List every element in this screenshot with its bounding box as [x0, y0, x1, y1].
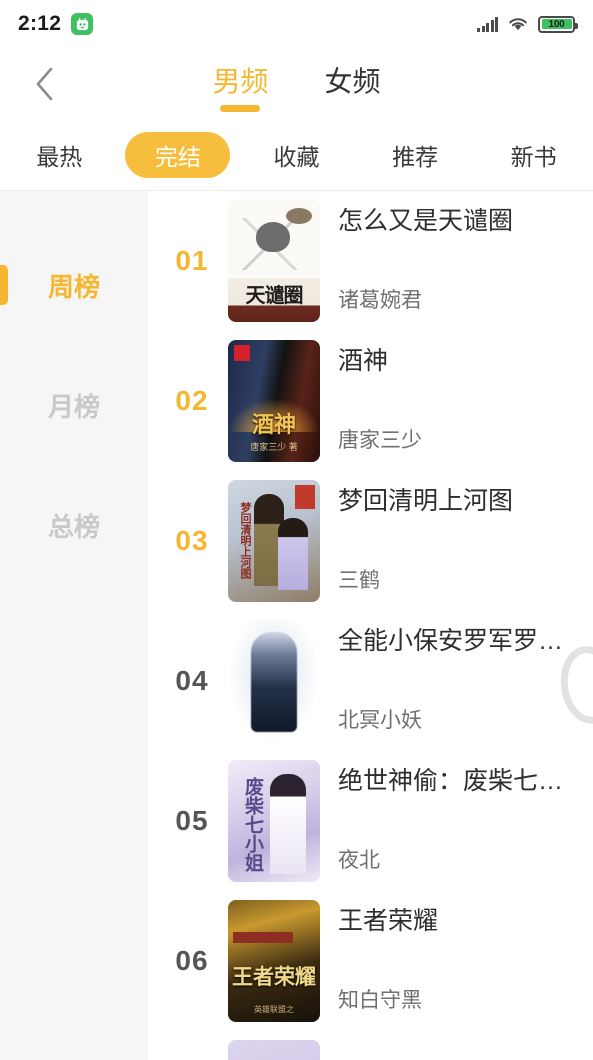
filter-chip-favorites[interactable]: 收藏 — [237, 120, 356, 190]
list-item[interactable]: 06 王者荣耀 英雄联盟之 王者荣耀 知白守黑 — [148, 891, 593, 1031]
book-info: 怎么又是天谴圈 诸葛婉君 — [320, 200, 593, 322]
active-indicator-bar — [0, 265, 8, 305]
cover-artwork: 废柴七小姐 — [228, 760, 320, 882]
sidebar-item-weekly-label: 周榜 — [47, 271, 100, 302]
cover-artwork: 王者荣耀 英雄联盟之 — [228, 900, 320, 1022]
filter-chip-new-books[interactable]: 新书 — [474, 120, 593, 190]
green-app-icon — [71, 13, 94, 35]
filter-chip-completed[interactable]: 完结 — [119, 120, 238, 190]
rank-number: 03 — [175, 525, 209, 556]
book-info: 梦回清明上河图 三鹤 — [320, 480, 593, 602]
content-area: 周榜 月榜 总榜 01 天谴圈 怎么又是天谴圈 诸葛婉君 02 酒神 唐家三少 … — [0, 191, 593, 1060]
wifi-icon — [507, 16, 529, 32]
book-cover[interactable]: 王者荣耀 英雄联盟之 — [228, 900, 320, 1022]
book-author: 北冥小妖 — [338, 708, 422, 732]
rank-number: 01 — [175, 245, 209, 276]
cover-artwork — [228, 620, 320, 742]
cover-artwork: 酒神 唐家三少 著 — [228, 340, 320, 462]
book-cover[interactable]: 酒神 唐家三少 著 — [228, 340, 320, 462]
cover-artwork — [228, 1040, 320, 1060]
battery-fill: 100 — [541, 18, 572, 30]
filter-chip-hottest-label: 最热 — [36, 144, 83, 170]
book-title: 绝世神偷：废柴七小姐 — [338, 768, 579, 795]
list-item[interactable]: 04 全能小保安罗军罗军... 北冥小妖 — [148, 611, 593, 751]
filter-chip-new-books-label: 新书 — [510, 144, 557, 170]
page-header: 男频 女频 — [0, 48, 593, 120]
sidebar-item-overall-label: 总榜 — [47, 511, 100, 542]
status-bar-left: 2:12 — [18, 12, 94, 36]
sidebar-item-overall[interactable]: 总榜 — [0, 465, 148, 585]
status-bar-right: 100 — [477, 15, 578, 33]
rank-number: 06 — [175, 945, 209, 976]
tab-male-channel-label: 男频 — [212, 66, 269, 97]
book-info: 王者荣耀 知白守黑 — [320, 900, 593, 1022]
list-item[interactable]: 05 废柴七小姐 绝世神偷：废柴七小姐 夜北 — [148, 751, 593, 891]
book-cover[interactable]: 废柴七小姐 — [228, 760, 320, 882]
book-info: 绝世神偷：废柴七小姐 夜北 — [320, 760, 593, 882]
book-title: 梦回清明上河图 — [338, 488, 514, 515]
status-time: 2:12 — [18, 12, 62, 35]
sidebar-item-weekly[interactable]: 周榜 — [0, 225, 148, 345]
book-author: 知白守黑 — [338, 988, 422, 1012]
list-item[interactable]: 02 酒神 唐家三少 著 酒神 唐家三少 — [148, 331, 593, 471]
cover-artwork: 天谴圈 — [228, 200, 320, 322]
cover-subtitle-text: 唐家三少 著 — [250, 442, 298, 452]
list-item[interactable]: 07 — [148, 1031, 593, 1060]
book-title: 王者荣耀 — [338, 908, 439, 935]
active-tab-underline — [220, 105, 261, 112]
book-author: 三鹤 — [338, 568, 380, 592]
book-title: 酒神 — [338, 348, 389, 375]
cover-subtitle-text: 英雄联盟之 — [254, 1005, 294, 1014]
filter-chip-bar: 最热 完结 收藏 推荐 新书 — [0, 120, 593, 190]
ranking-period-sidebar: 周榜 月榜 总榜 — [0, 191, 148, 1060]
cover-title-text: 废柴七小姐 — [242, 776, 263, 872]
status-bar: 2:12 100 — [0, 0, 593, 48]
signal-bars-icon — [477, 16, 498, 32]
book-info: 全能小保安罗军罗军... 北冥小妖 — [320, 620, 593, 742]
filter-chip-recommended-label: 推荐 — [392, 144, 439, 170]
book-info — [320, 1040, 593, 1060]
rank-number: 05 — [175, 805, 209, 836]
book-info: 酒神 唐家三少 — [320, 340, 593, 462]
book-author: 诸葛婉君 — [338, 288, 422, 312]
tab-male-channel[interactable]: 男频 — [212, 66, 269, 112]
book-ranking-list[interactable]: 01 天谴圈 怎么又是天谴圈 诸葛婉君 02 酒神 唐家三少 著 酒神 唐家三少… — [148, 191, 593, 1060]
sidebar-item-monthly[interactable]: 月榜 — [0, 345, 148, 465]
battery-percent: 100 — [548, 18, 565, 30]
list-item[interactable]: 01 天谴圈 怎么又是天谴圈 诸葛婉君 — [148, 191, 593, 331]
filter-chip-favorites-label: 收藏 — [273, 144, 320, 170]
battery-icon: 100 — [538, 15, 578, 33]
book-title: 全能小保安罗军罗军... — [338, 628, 579, 655]
rank-number: 04 — [175, 665, 209, 696]
book-cover[interactable] — [228, 620, 320, 742]
book-author: 夜北 — [338, 848, 380, 872]
cover-artwork: 梦回清明上河图 — [228, 480, 320, 602]
rank-number: 02 — [175, 385, 209, 416]
book-cover[interactable]: 天谴圈 — [228, 200, 320, 322]
cover-title-text: 酒神 — [251, 412, 296, 437]
book-title: 怎么又是天谴圈 — [338, 208, 514, 235]
back-chevron-icon — [36, 67, 53, 101]
channel-tabs: 男频 女频 — [0, 48, 593, 120]
sidebar-item-monthly-label: 月榜 — [47, 391, 100, 422]
book-cover[interactable]: 梦回清明上河图 — [228, 480, 320, 602]
back-button[interactable] — [26, 65, 64, 103]
cover-title-text: 天谴圈 — [245, 285, 304, 307]
tab-female-channel[interactable]: 女频 — [325, 68, 381, 100]
app-root: 2:12 100 男频 女频 最热 完结 收藏 推荐 新书 周榜 月榜 总榜 0… — [0, 0, 593, 1060]
cover-title-text: 王者荣耀 — [232, 966, 316, 989]
filter-chip-recommended[interactable]: 推荐 — [356, 120, 475, 190]
cover-title-text: 梦回清明上河图 — [239, 501, 251, 579]
list-item[interactable]: 03 梦回清明上河图 梦回清明上河图 三鹤 — [148, 471, 593, 611]
filter-chip-completed-label: 完结 — [125, 132, 231, 178]
book-cover[interactable] — [228, 1040, 320, 1060]
tab-female-channel-label: 女频 — [324, 66, 381, 97]
book-author: 唐家三少 — [338, 428, 422, 452]
filter-chip-hottest[interactable]: 最热 — [0, 120, 119, 190]
